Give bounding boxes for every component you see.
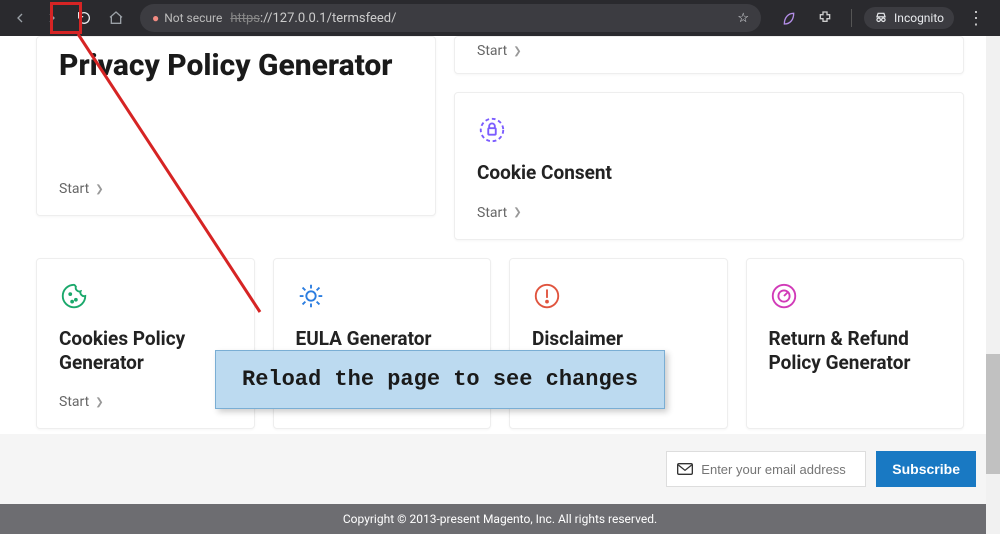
- not-secure-label: Not secure: [164, 11, 222, 25]
- cookie-icon: [59, 281, 91, 313]
- lock-icon: [477, 115, 509, 147]
- incognito-badge[interactable]: Incognito: [864, 7, 954, 29]
- chevron-right-icon: ❯: [95, 397, 103, 408]
- target-icon: [769, 281, 801, 313]
- annotation-highlight-box: [50, 2, 82, 34]
- alert-icon: [532, 281, 564, 313]
- instruction-tooltip: Reload the page to see changes: [215, 350, 665, 409]
- gear-icon: [296, 281, 328, 313]
- leaf-icon[interactable]: [775, 4, 803, 32]
- browser-toolbar: ● Not secure https://127.0.0.1/termsfeed…: [0, 0, 1000, 36]
- menu-icon[interactable]: ⋮: [962, 4, 990, 32]
- star-icon[interactable]: ☆: [737, 11, 749, 26]
- start-link[interactable]: Start❯: [477, 205, 941, 221]
- email-input[interactable]: [701, 462, 877, 477]
- scrollbar-thumb[interactable]: [986, 354, 1000, 474]
- chevron-right-icon: ❯: [95, 184, 103, 195]
- back-button[interactable]: [6, 4, 34, 32]
- url-text: https://127.0.0.1/termsfeed/: [230, 11, 396, 26]
- home-button[interactable]: [102, 4, 130, 32]
- page-content: Privacy Policy Generator Start❯ Start❯ C…: [0, 36, 1000, 534]
- start-link[interactable]: Start❯: [477, 43, 941, 59]
- card-top-right-partial[interactable]: Start❯: [454, 36, 964, 74]
- email-input-wrapper[interactable]: [666, 451, 866, 487]
- card-title: Privacy Policy Generator: [59, 49, 413, 82]
- card-title: Cookies Policy Generator: [59, 327, 232, 375]
- footer-copyright: Copyright © 2013-present Magento, Inc. A…: [0, 504, 1000, 534]
- card-title: Cookie Consent: [477, 161, 941, 185]
- address-bar[interactable]: ● Not secure https://127.0.0.1/termsfeed…: [140, 4, 761, 32]
- chevron-right-icon: ❯: [513, 207, 521, 218]
- card-privacy-policy[interactable]: Privacy Policy Generator Start❯: [36, 36, 436, 216]
- extensions-icon[interactable]: [811, 4, 839, 32]
- card-title: Return & Refund Policy Generator: [769, 327, 942, 375]
- subscribe-bar: Subscribe: [0, 434, 1000, 504]
- start-link[interactable]: Start❯: [59, 181, 104, 197]
- scrollbar[interactable]: [986, 36, 1000, 534]
- mail-icon: [677, 460, 693, 479]
- subscribe-button[interactable]: Subscribe: [876, 451, 976, 487]
- warning-icon: ●: [152, 11, 159, 25]
- card-title: EULA Generator: [296, 327, 469, 351]
- chevron-right-icon: ❯: [513, 46, 521, 57]
- card-return-refund[interactable]: Return & Refund Policy Generator: [746, 258, 965, 430]
- card-cookie-consent[interactable]: Cookie Consent Start❯: [454, 92, 964, 240]
- not-secure-badge: ● Not secure: [152, 11, 222, 25]
- start-link[interactable]: Start❯: [59, 394, 232, 410]
